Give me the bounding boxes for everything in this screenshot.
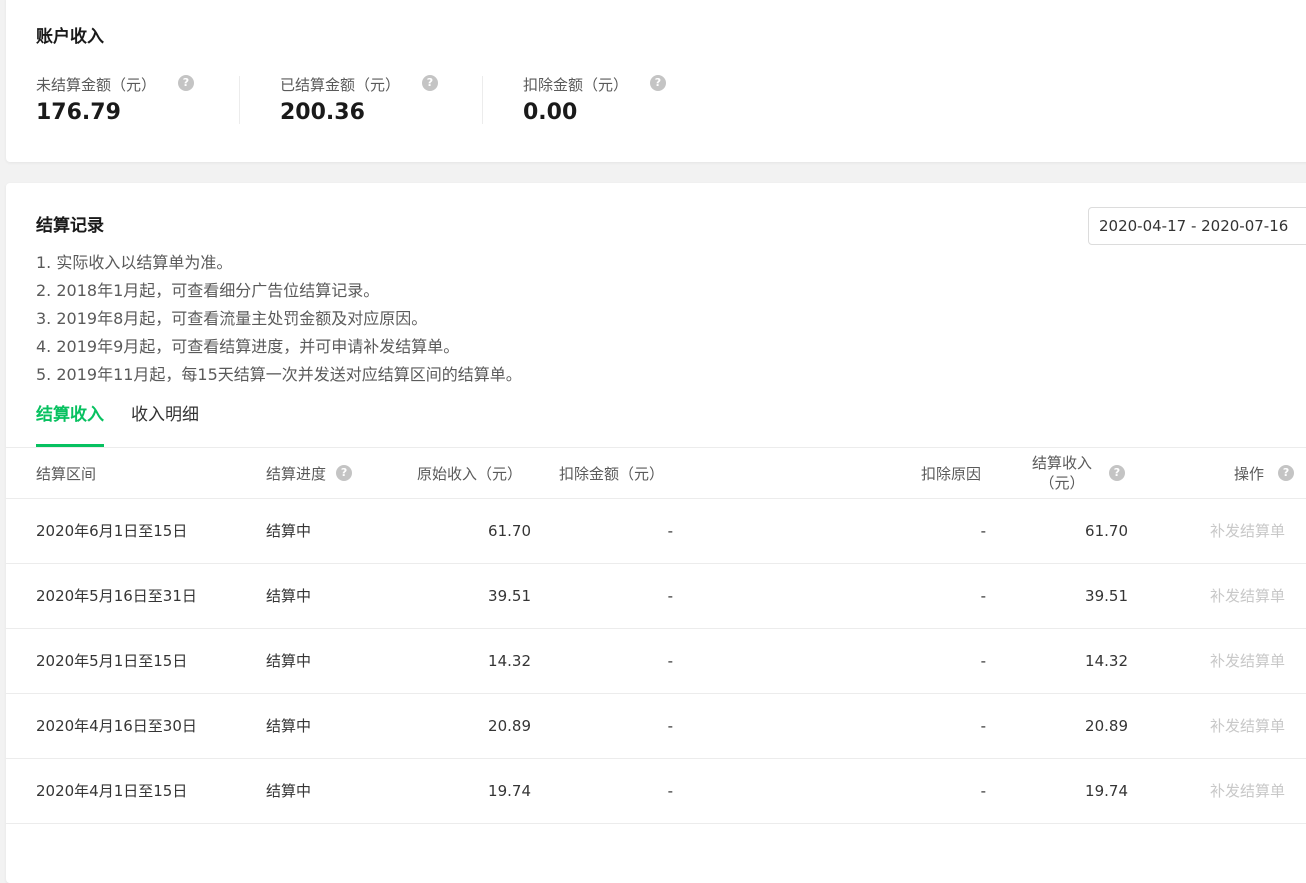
column-action: 操作 ?: [1234, 448, 1295, 498]
column-settlement-income: 结算收入 （元）: [1032, 448, 1092, 498]
cell-deduction-amount: -: [667, 782, 673, 800]
cell-period: 2020年5月16日至31日: [36, 587, 197, 605]
note-line: 5. 2019年11月起，每15天结算一次并发送对应结算区间的结算单。: [36, 365, 522, 384]
cell-settlement-income: 39.51: [1085, 587, 1128, 605]
column-original-income: 原始收入（元）: [417, 464, 523, 483]
table-row: 2020年4月1日至15日 结算中 19.74 - - 19.74 补发结算单: [6, 759, 1306, 824]
cell-deduction-amount: -: [667, 652, 673, 670]
cell-deduction-reason: -: [980, 522, 986, 540]
settlement-records-card: 结算记录 2020-04-17 - 2020-07-16 1. 实际收入以结算单…: [6, 183, 1306, 883]
question-circle-icon[interactable]: ?: [178, 75, 194, 91]
settlement-notes: 1. 实际收入以结算单为准。 2. 2018年1月起，可查看细分广告位结算记录。…: [36, 249, 522, 389]
metric-unsettled: 未结算金额（元） ? 176.79: [36, 74, 194, 134]
cell-progress: 结算中: [266, 782, 312, 800]
tab-income-details[interactable]: 收入明细: [131, 401, 199, 447]
cell-settlement-income: 19.74: [1085, 782, 1128, 800]
settlement-table: 结算区间 结算进度 ? 原始收入（元） 扣除金额（元） 扣除原因 结算收入 （元…: [6, 447, 1306, 824]
question-circle-icon[interactable]: ?: [1278, 465, 1295, 481]
reissue-statement-link[interactable]: 补发结算单: [1210, 759, 1285, 823]
cell-deduction-reason: -: [980, 717, 986, 735]
column-deduction-amount: 扣除金额（元）: [559, 464, 665, 483]
cell-original-income: 61.70: [488, 522, 531, 540]
account-income-card: 账户收入 未结算金额（元） ? 176.79 已结算金额（元） ? 200.36…: [6, 0, 1306, 162]
cell-original-income: 39.51: [488, 587, 531, 605]
cell-original-income: 19.74: [488, 782, 531, 800]
cell-deduction-amount: -: [667, 522, 673, 540]
question-circle-icon[interactable]: ?: [650, 75, 666, 91]
question-circle-icon[interactable]: ?: [422, 75, 438, 91]
cell-deduction-reason: -: [980, 587, 986, 605]
column-action-label: 操作: [1234, 464, 1265, 483]
cell-original-income: 14.32: [488, 652, 531, 670]
reissue-statement-link[interactable]: 补发结算单: [1210, 564, 1285, 628]
note-line: 1. 实际收入以结算单为准。: [36, 253, 233, 272]
cell-deduction-reason: -: [980, 652, 986, 670]
cell-progress: 结算中: [266, 717, 312, 735]
table-header: 结算区间 结算进度 ? 原始收入（元） 扣除金额（元） 扣除原因 结算收入 （元…: [6, 447, 1306, 499]
note-line: 3. 2019年8月起，可查看流量主处罚金额及对应原因。: [36, 309, 428, 328]
reissue-statement-link[interactable]: 补发结算单: [1210, 629, 1285, 693]
cell-settlement-income: 14.32: [1085, 652, 1128, 670]
table-row: 2020年5月1日至15日 结算中 14.32 - - 14.32 补发结算单: [6, 629, 1306, 694]
cell-progress: 结算中: [266, 587, 312, 605]
cell-progress: 结算中: [266, 522, 312, 540]
metric-deducted-label: 扣除金额（元）: [523, 76, 629, 94]
column-deduction-reason: 扣除原因: [921, 464, 982, 483]
question-circle-icon[interactable]: ?: [1109, 465, 1125, 481]
question-circle-icon[interactable]: ?: [336, 465, 353, 481]
metric-settled-value: 200.36: [280, 100, 365, 125]
settlement-records-title: 结算记录: [36, 216, 104, 236]
cell-period: 2020年4月1日至15日: [36, 782, 188, 800]
note-line: 2. 2018年1月起，可查看细分广告位结算记录。: [36, 281, 380, 300]
column-progress: 结算进度 ?: [266, 448, 353, 498]
cell-deduction-amount: -: [667, 587, 673, 605]
cell-settlement-income: 61.70: [1085, 522, 1128, 540]
metric-divider: [239, 76, 240, 124]
table-row: 2020年5月16日至31日 结算中 39.51 - - 39.51 补发结算单: [6, 564, 1306, 629]
reissue-statement-link[interactable]: 补发结算单: [1210, 694, 1285, 758]
date-range-picker[interactable]: 2020-04-17 - 2020-07-16: [1088, 207, 1306, 245]
note-line: 4. 2019年9月起，可查看结算进度，并可申请补发结算单。: [36, 337, 460, 356]
reissue-statement-link[interactable]: 补发结算单: [1210, 499, 1285, 563]
metric-unsettled-value: 176.79: [36, 100, 121, 125]
cell-period: 2020年5月1日至15日: [36, 652, 188, 670]
metric-settled: 已结算金额（元） ? 200.36: [280, 74, 438, 134]
metric-unsettled-label: 未结算金额（元）: [36, 76, 157, 94]
table-row: 2020年4月16日至30日 结算中 20.89 - - 20.89 补发结算单: [6, 694, 1306, 759]
cell-original-income: 20.89: [488, 717, 531, 735]
cell-period: 2020年6月1日至15日: [36, 522, 188, 540]
account-income-title: 账户收入: [36, 27, 104, 47]
metric-settled-label: 已结算金额（元）: [280, 76, 401, 94]
column-period: 结算区间: [36, 464, 97, 483]
column-settlement-income-unit: （元）: [1039, 474, 1085, 492]
metric-deducted-value: 0.00: [523, 100, 578, 125]
cell-deduction-reason: -: [980, 782, 986, 800]
cell-progress: 结算中: [266, 652, 312, 670]
cell-deduction-amount: -: [667, 717, 673, 735]
cell-period: 2020年4月16日至30日: [36, 717, 197, 735]
metric-divider: [482, 76, 483, 124]
column-settlement-income-label: 结算收入: [1032, 454, 1093, 472]
metric-deducted: 扣除金额（元） ? 0.00: [523, 74, 666, 134]
tab-settlement-income[interactable]: 结算收入: [36, 401, 104, 447]
table-row: 2020年6月1日至15日 结算中 61.70 - - 61.70 补发结算单: [6, 499, 1306, 564]
cell-settlement-income: 20.89: [1085, 717, 1128, 735]
column-progress-label: 结算进度: [266, 464, 327, 483]
